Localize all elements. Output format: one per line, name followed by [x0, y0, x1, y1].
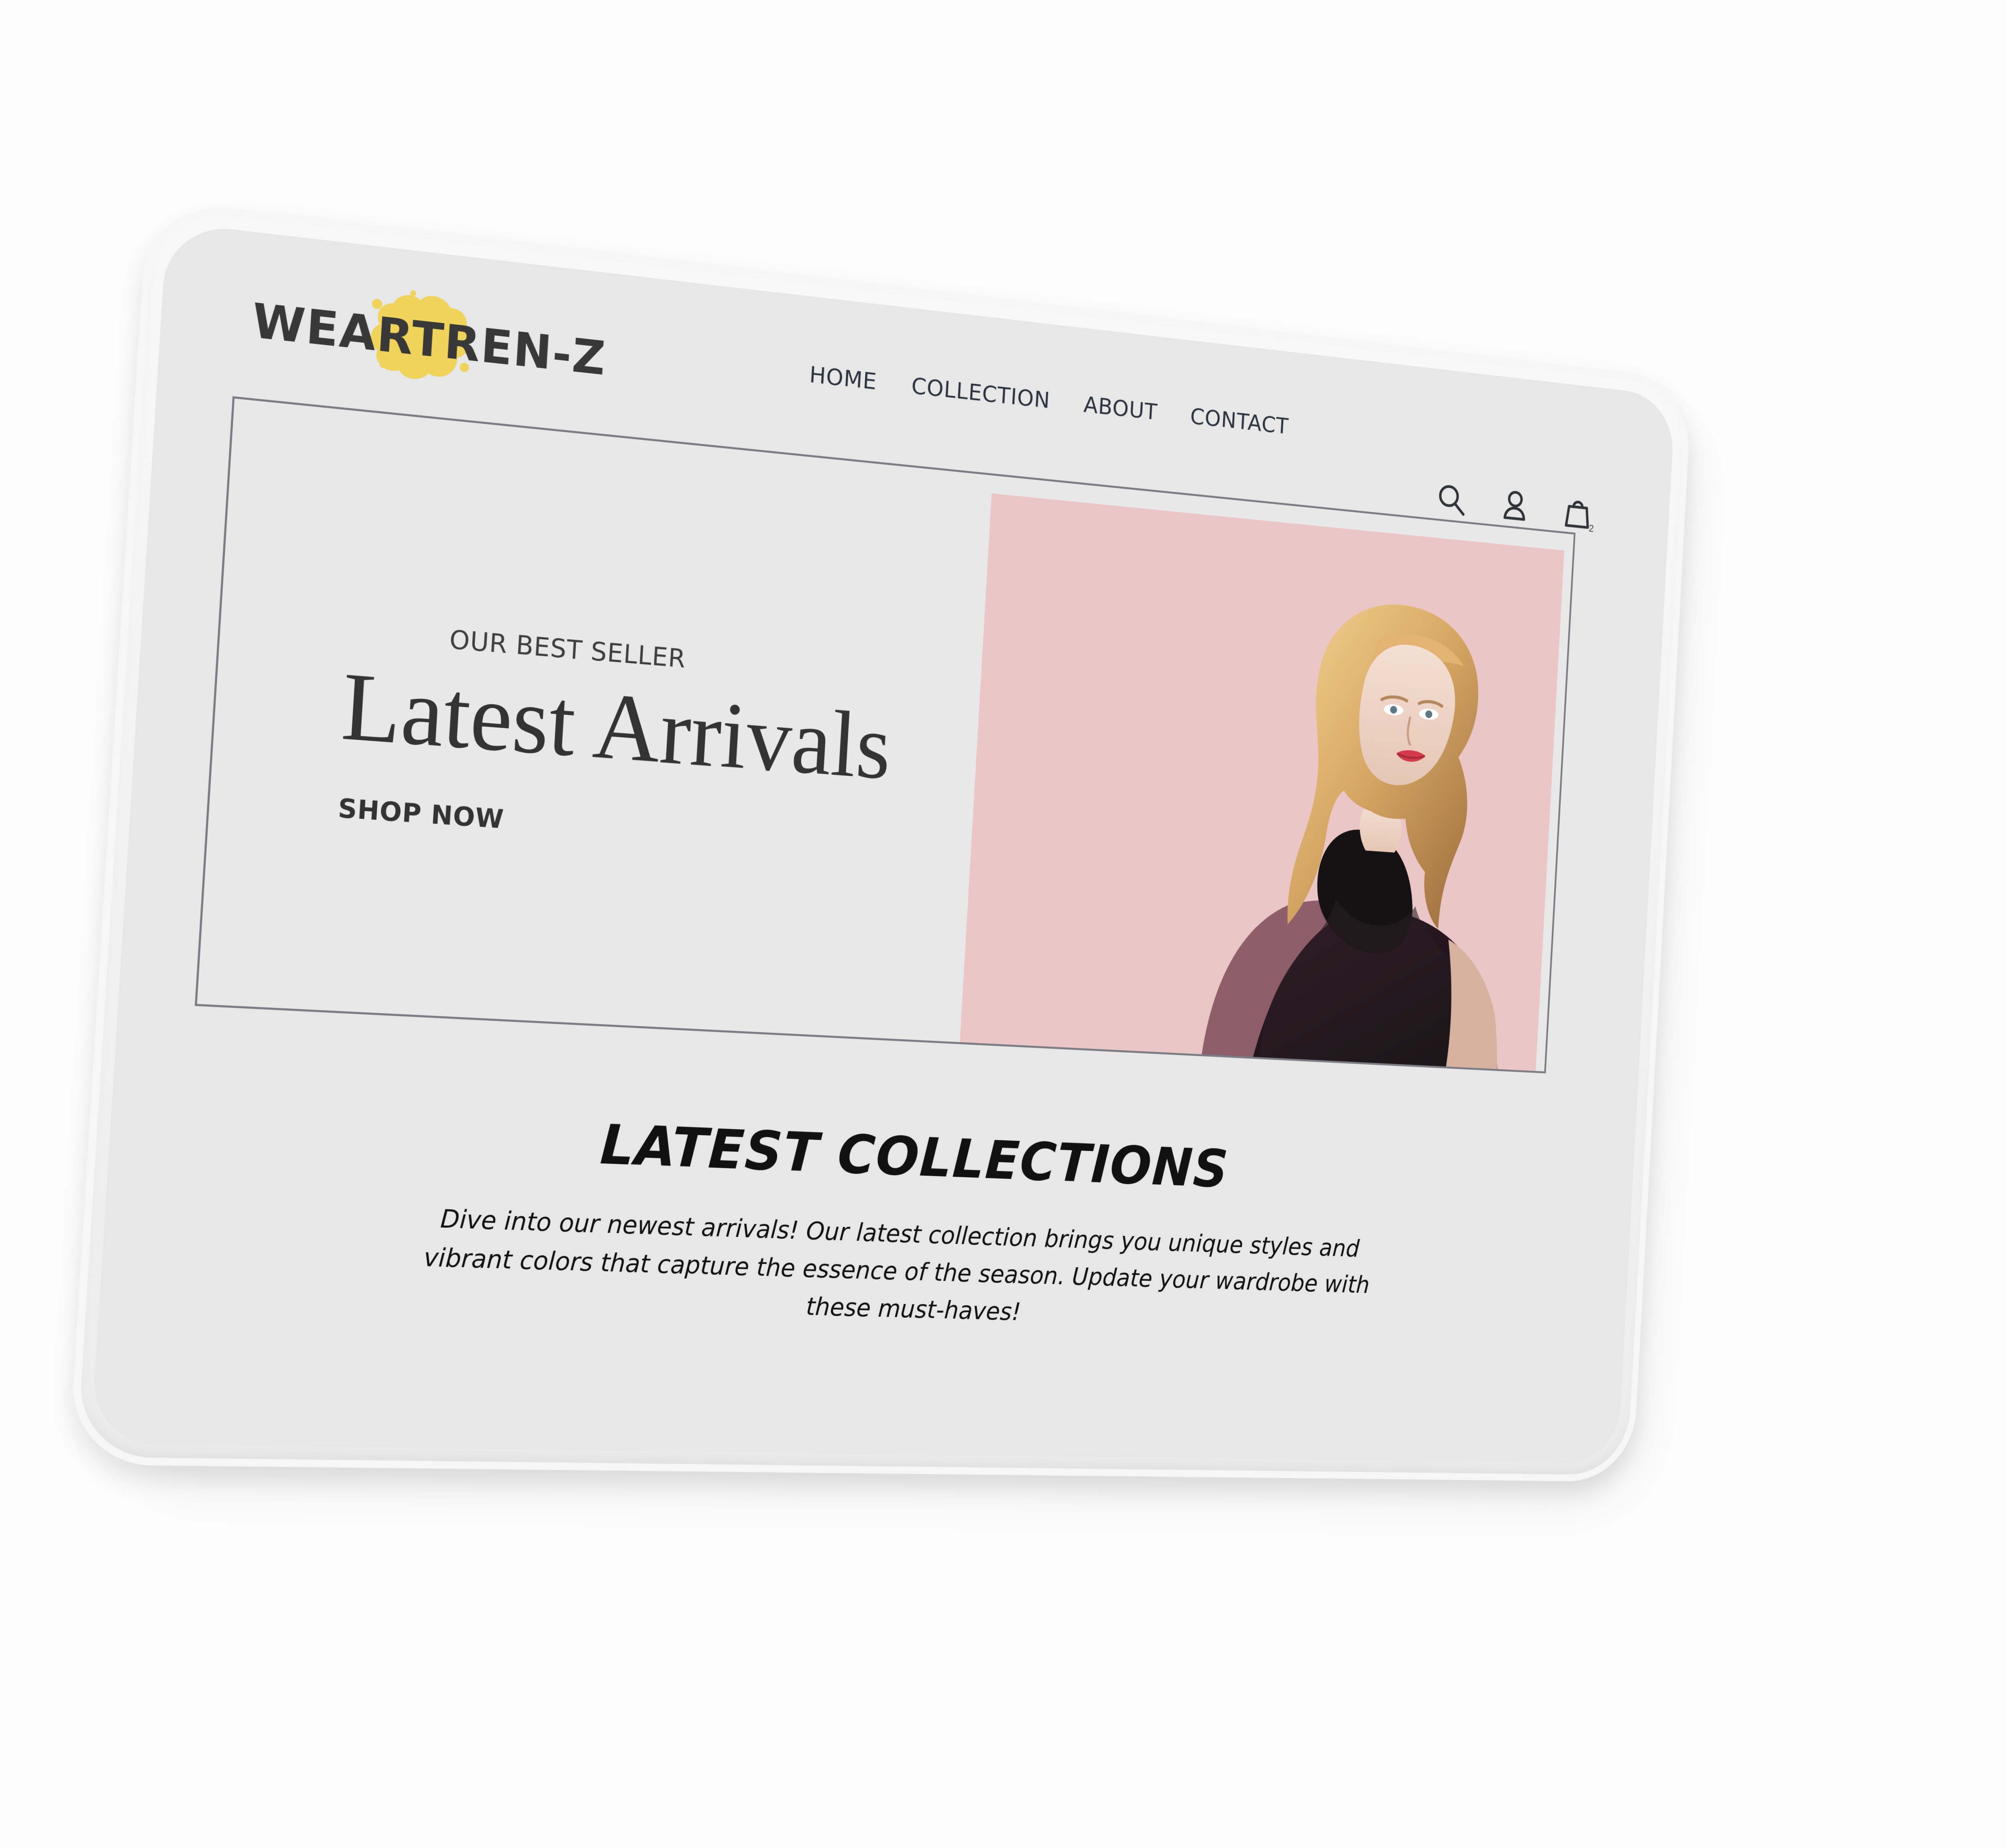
hero-copy: OUR BEST SELLER Latest Arrivals SHOP NOW [197, 399, 995, 1042]
nav-item-collection[interactable]: COLLECTION [911, 372, 1051, 413]
collections-title: LATEST COLLECTIONS [598, 1113, 1230, 1200]
brand-logo[interactable]: WEARTREN-Z [249, 273, 608, 411]
nav-item-contact[interactable]: CONTACT [1189, 403, 1289, 440]
hero-title: Latest Arrivals [339, 652, 894, 799]
fashion-model-image [959, 493, 1565, 1074]
search-button[interactable] [1435, 480, 1468, 519]
nav-item-about[interactable]: ABOUT [1083, 391, 1158, 425]
cart-count-badge: 2 [1588, 522, 1594, 534]
shop-now-link[interactable]: SHOP NOW [337, 793, 505, 834]
search-icon [1435, 480, 1468, 519]
hero-image-panel [959, 493, 1565, 1074]
account-button[interactable] [1498, 487, 1532, 525]
tablet-frame: WEARTREN-Z HOME COLLECTION ABOUT CONTACT [68, 199, 1693, 1482]
user-icon [1498, 487, 1532, 525]
main-navigation: HOME COLLECTION ABOUT CONTACT [809, 361, 1289, 439]
cart-button[interactable]: 2 [1561, 493, 1594, 534]
latest-collections-section: LATEST COLLECTIONS Dive into our newest … [99, 1097, 1634, 1346]
collections-description: Dive into our newest arrivals! Our lates… [423, 1204, 1370, 1327]
nav-item-home[interactable]: HOME [809, 361, 878, 395]
website-screen: WEARTREN-Z HOME COLLECTION ABOUT CONTACT [91, 222, 1675, 1464]
